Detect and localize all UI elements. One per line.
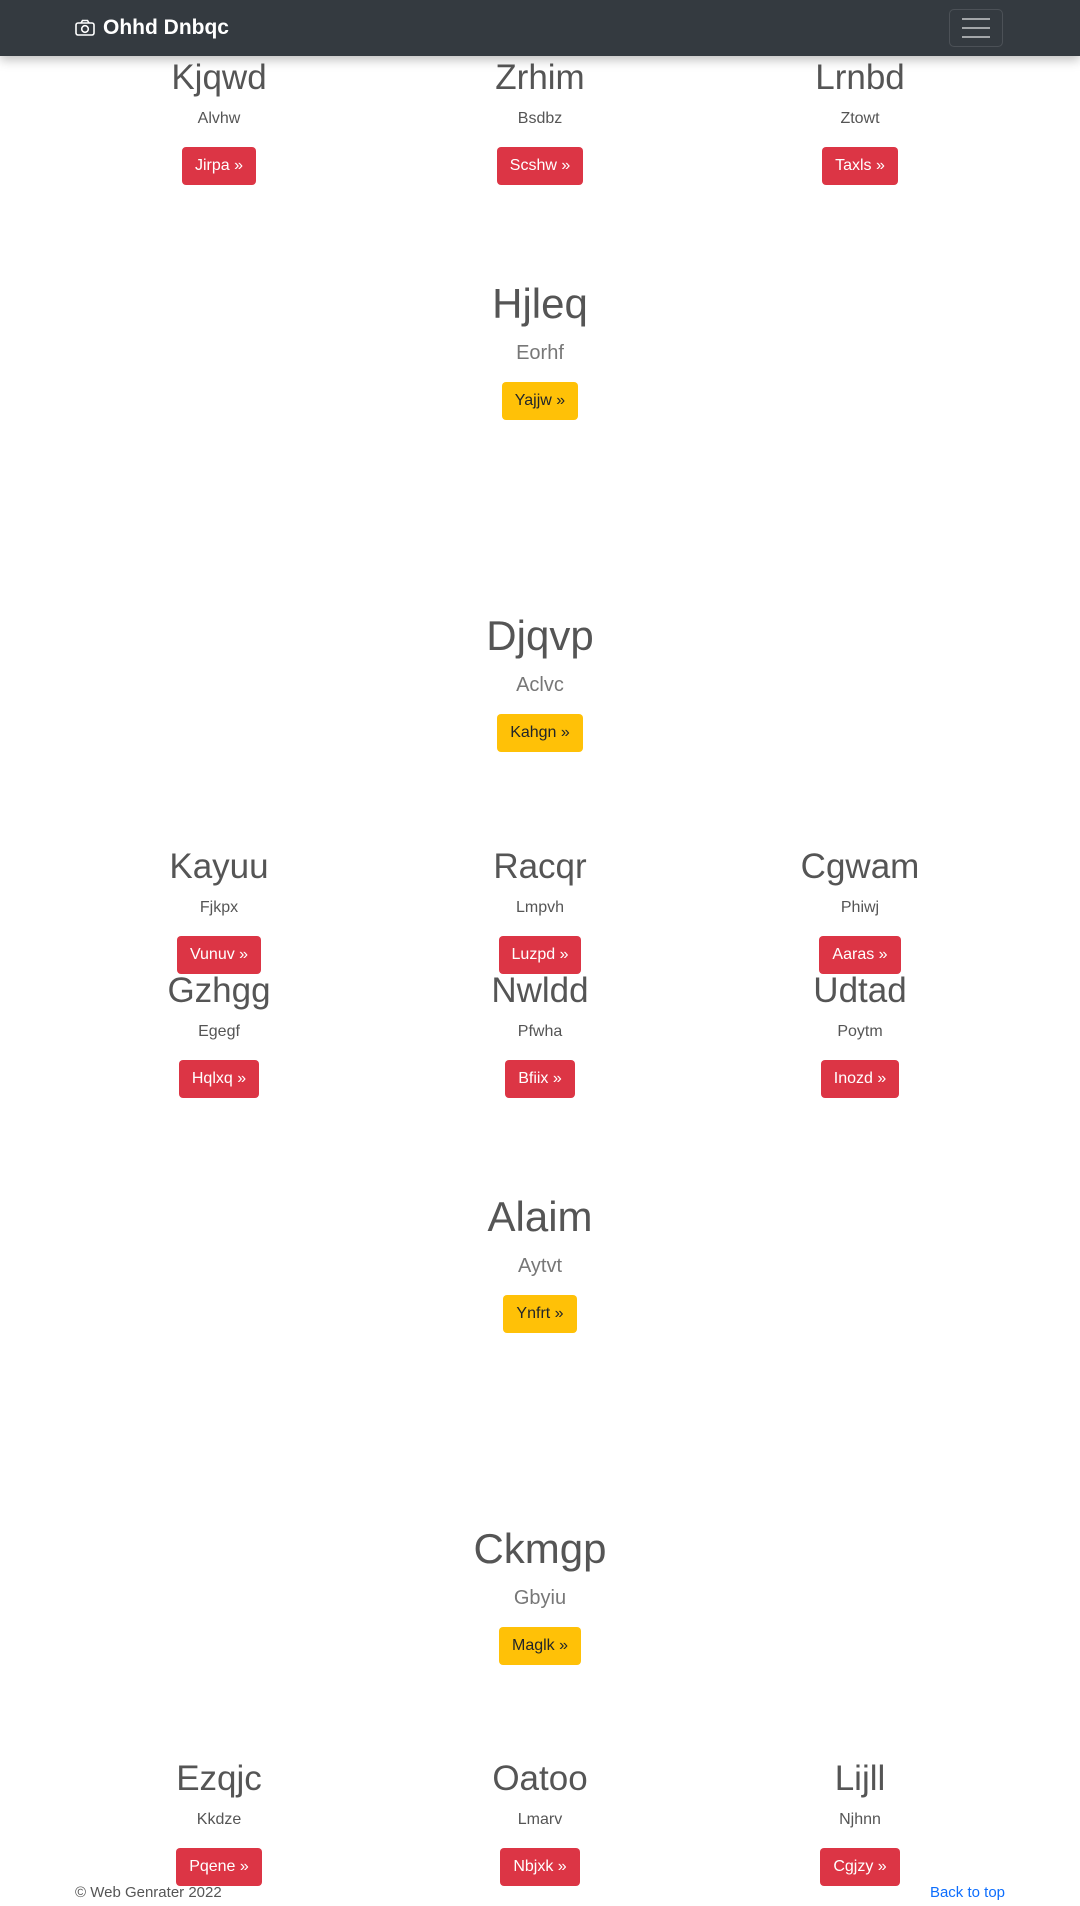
feature-card: Lijll Njhnn Cgjzy » [710, 1759, 1010, 1887]
camera-icon [75, 19, 95, 37]
feature-card: Lrnbd Ztowt Taxls » [710, 58, 1010, 186]
feature-card: Kjqwd Alvhw Jirpa » [69, 58, 369, 186]
feature-button[interactable]: Vunuv » [176, 936, 262, 975]
feature-subtitle: Njhnn [839, 1811, 881, 1828]
feature-subtitle: Fjkpx [199, 899, 239, 916]
feature-card: Gzhgg Egegf Hqlxq » [69, 971, 369, 1099]
hero-button[interactable]: Kahgn » [497, 714, 583, 752]
feature-title: Kayuu [169, 847, 269, 886]
feature-title: Racqr [493, 847, 587, 886]
feature-button[interactable]: Hqlxq » [178, 1060, 260, 1099]
feature-title: Udtad [813, 971, 907, 1010]
navbar-toggler-button[interactable] [949, 9, 1003, 47]
feature-button[interactable]: Taxls » [822, 147, 898, 186]
brand-name: Ohhd Dnbqc [103, 16, 229, 39]
feature-title: Lrnbd [815, 58, 905, 97]
feature-title: Zrhim [495, 58, 585, 97]
feature-subtitle: Phiwj [840, 899, 880, 916]
feature-button[interactable]: Aaras » [819, 936, 901, 975]
footer-copyright: © Web Genrater 2022 [75, 1884, 222, 1901]
feature-card: Kayuu Fjkpx Vunuv » [69, 847, 369, 975]
feature-title: Lijll [834, 1759, 886, 1798]
feature-subtitle: Alvhw [197, 110, 241, 127]
feature-button[interactable]: Jirpa » [181, 147, 257, 186]
hero-subtitle: Gbyiu [513, 1587, 567, 1609]
hero-section: Alaim Aytvt Ynfrt » [0, 1196, 1080, 1333]
feature-button[interactable]: Pqene » [176, 1848, 262, 1887]
hero-button[interactable]: Maglk » [498, 1627, 582, 1665]
hamburger-menu-icon [962, 18, 990, 20]
feature-button[interactable]: Luzpd » [498, 936, 582, 975]
feature-button[interactable]: Scshw » [496, 147, 584, 186]
feature-subtitle: Egegf [198, 1023, 240, 1040]
feature-subtitle: Poytm [837, 1023, 883, 1040]
hero-section: Ckmgp Gbyiu Maglk » [0, 1528, 1080, 1665]
feature-title: Gzhgg [167, 971, 271, 1010]
feature-title: Cgwam [800, 847, 920, 886]
feature-subtitle: Lmpvh [515, 899, 565, 916]
feature-card: Oatoo Lmarv Nbjxk » [390, 1759, 690, 1887]
hero-title: Djqvp [486, 612, 594, 659]
hero-subtitle: Eorhf [516, 342, 564, 364]
hero-subtitle: Aclvc [516, 674, 564, 696]
feature-card: Nwldd Pfwha Bfiix » [390, 971, 690, 1099]
feature-button[interactable]: Bfiix » [505, 1060, 575, 1099]
feature-subtitle: Ztowt [840, 110, 880, 127]
feature-title: Oatoo [492, 1759, 588, 1798]
hero-section: Hjleq Eorhf Yajjw » [0, 283, 1080, 420]
feature-button[interactable]: Inozd » [820, 1060, 900, 1099]
feature-card: Ezqjc Kkdze Pqene » [69, 1759, 369, 1887]
feature-title: Kjqwd [171, 58, 267, 97]
hero-title: Hjleq [492, 280, 588, 327]
feature-button[interactable]: Cgjzy » [820, 1848, 900, 1887]
hero-button[interactable]: Yajjw » [501, 382, 579, 420]
feature-card: Racqr Lmpvh Luzpd » [390, 847, 690, 975]
feature-card: Zrhim Bsdbz Scshw » [390, 58, 690, 186]
feature-subtitle: Kkdze [196, 1811, 242, 1828]
feature-subtitle: Bsdbz [517, 110, 563, 127]
back-to-top-link[interactable]: Back to top [930, 1884, 1005, 1901]
feature-title: Nwldd [491, 971, 589, 1010]
feature-button[interactable]: Nbjxk » [500, 1848, 580, 1887]
hero-title: Ckmgp [473, 1525, 607, 1572]
feature-card: Cgwam Phiwj Aaras » [710, 847, 1010, 975]
feature-subtitle: Lmarv [517, 1811, 563, 1828]
hero-subtitle: Aytvt [517, 1255, 563, 1277]
hero-title: Alaim [487, 1193, 593, 1240]
brand-link[interactable]: Ohhd Dnbqc [75, 0, 229, 56]
hero-button[interactable]: Ynfrt » [503, 1295, 577, 1333]
feature-card: Udtad Poytm Inozd » [710, 971, 1010, 1099]
hero-section: Djqvp Aclvc Kahgn » [0, 615, 1080, 752]
feature-subtitle: Pfwha [517, 1023, 563, 1040]
navbar: Ohhd Dnbqc [0, 0, 1080, 56]
feature-title: Ezqjc [176, 1759, 262, 1798]
